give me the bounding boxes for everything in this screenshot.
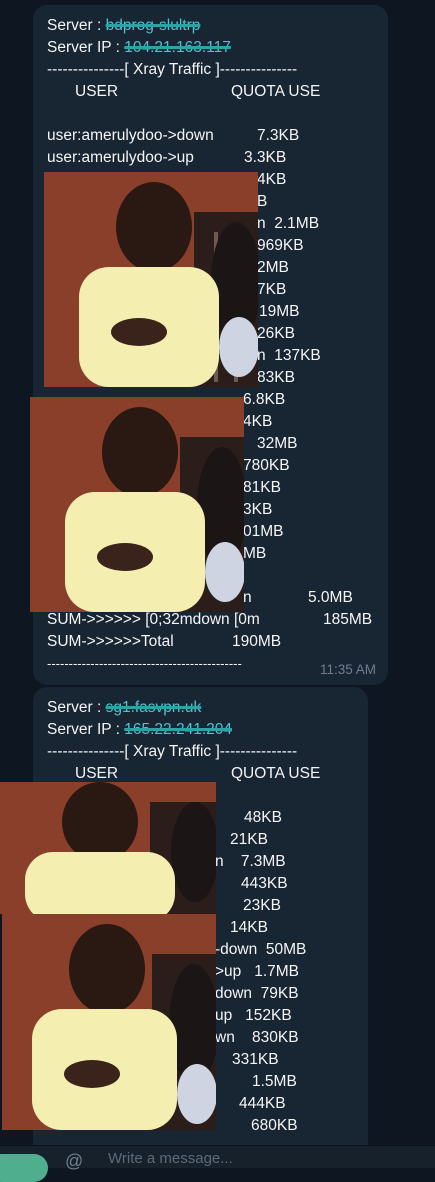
table-cell-quota: 32MB <box>257 435 298 452</box>
sticker-image[interactable] <box>0 782 216 914</box>
table-cell-quota: 01MB <box>243 523 284 540</box>
message-composer: @ Write a message... <box>0 1145 435 1182</box>
traffic-header: ---------------[ Xray Traffic ]---------… <box>47 743 298 760</box>
server-ip-value: 104.21.163.117 <box>124 39 231 56</box>
server-value: bdprog-slultrp <box>105 17 201 34</box>
sum-total-label: SUM->>>>>>Total <box>47 633 174 650</box>
sticker-image[interactable] <box>44 172 258 387</box>
table-row: user:amerulydoo->up <box>47 149 194 166</box>
table-cell-quota: >up 1.7MB <box>215 963 300 980</box>
table-cell-quota: 6.8KB <box>243 391 286 408</box>
table-cell-quota: -down 50MB <box>215 941 307 958</box>
scroll-button[interactable] <box>0 1154 48 1182</box>
sum-down-value: 185MB <box>323 611 373 628</box>
message-input[interactable]: Write a message... <box>108 1150 233 1167</box>
table-cell-quota: 19MB <box>259 303 300 320</box>
sum-total-value: 190MB <box>232 633 282 650</box>
sum-down-label: SUM->>>>>> [0;32mdown [0m <box>47 611 260 628</box>
server-ip-line: Server IP : 104.21.163.117 <box>47 39 231 56</box>
table-cell-quota: 4KB <box>243 413 273 430</box>
table-cell-quota: 969KB <box>257 237 304 254</box>
table-cell-quota: 48KB <box>244 809 282 826</box>
table-cell-quota: 680KB <box>251 1117 298 1134</box>
table-cell-quota: 780KB <box>243 457 290 474</box>
table-cell-quota: down 79KB <box>215 985 299 1002</box>
server-ip-value: 165.22.241.204 <box>124 721 232 738</box>
column-quota: QUOTA USE <box>231 765 321 782</box>
table-cell-quota: 5.0MB <box>308 589 353 606</box>
table-cell-quota: 3KB <box>243 501 273 518</box>
sticker-image[interactable] <box>2 914 216 1130</box>
traffic-header: ---------------[ Xray Traffic ]---------… <box>47 61 298 78</box>
server-value: sg1.fasvpn.uk <box>105 699 202 716</box>
table-cell-quota: wn 830KB <box>215 1029 299 1046</box>
table-cell-quota: n 137KB <box>257 347 321 364</box>
table-cell-quota: n <box>243 589 252 606</box>
table-cell-quota: 3.3KB <box>244 149 287 166</box>
table-cell-quota: 7.3KB <box>257 127 300 144</box>
table-cell-quota: 4KB <box>257 171 287 188</box>
server-line: Server : sg1.fasvpn.uk <box>47 699 202 716</box>
table-cell-quota: 81KB <box>243 479 281 496</box>
table-cell-quota: 2MB <box>257 259 289 276</box>
sticker-image[interactable] <box>30 397 244 612</box>
table-cell-quota: 14KB <box>230 919 268 936</box>
table-cell-quota: n 2.1MB <box>257 215 320 232</box>
message-time: 11:35 AM <box>319 662 376 677</box>
table-cell-quota: 444KB <box>239 1095 286 1112</box>
table-cell-quota: 1.5MB <box>252 1073 297 1090</box>
column-quota: QUOTA USE <box>231 83 321 100</box>
attach-icon[interactable]: @ <box>65 1151 85 1171</box>
table-cell-quota: n 7.3MB <box>215 853 286 870</box>
table-cell-quota: 331KB <box>232 1051 279 1068</box>
table-cell-quota: 26KB <box>257 325 295 342</box>
table-cell-quota: 83KB <box>257 369 295 386</box>
traffic-footer: ----------------------------------------… <box>47 656 242 671</box>
table-cell-quota: 23KB <box>243 897 281 914</box>
table-cell-quota: 443KB <box>241 875 288 892</box>
column-user: USER <box>75 83 119 100</box>
server-ip-line: Server IP : 165.22.241.204 <box>47 721 232 738</box>
table-cell-quota: 21KB <box>230 831 268 848</box>
server-line: Server : bdprog-slultrp <box>47 17 201 34</box>
table-cell-quota: B <box>257 193 268 210</box>
table-cell-quota: up 152KB <box>215 1007 292 1024</box>
table-cell-quota: MB <box>243 545 267 562</box>
table-cell-quota: 7KB <box>257 281 287 298</box>
table-row: user:amerulydoo->down <box>47 127 214 144</box>
